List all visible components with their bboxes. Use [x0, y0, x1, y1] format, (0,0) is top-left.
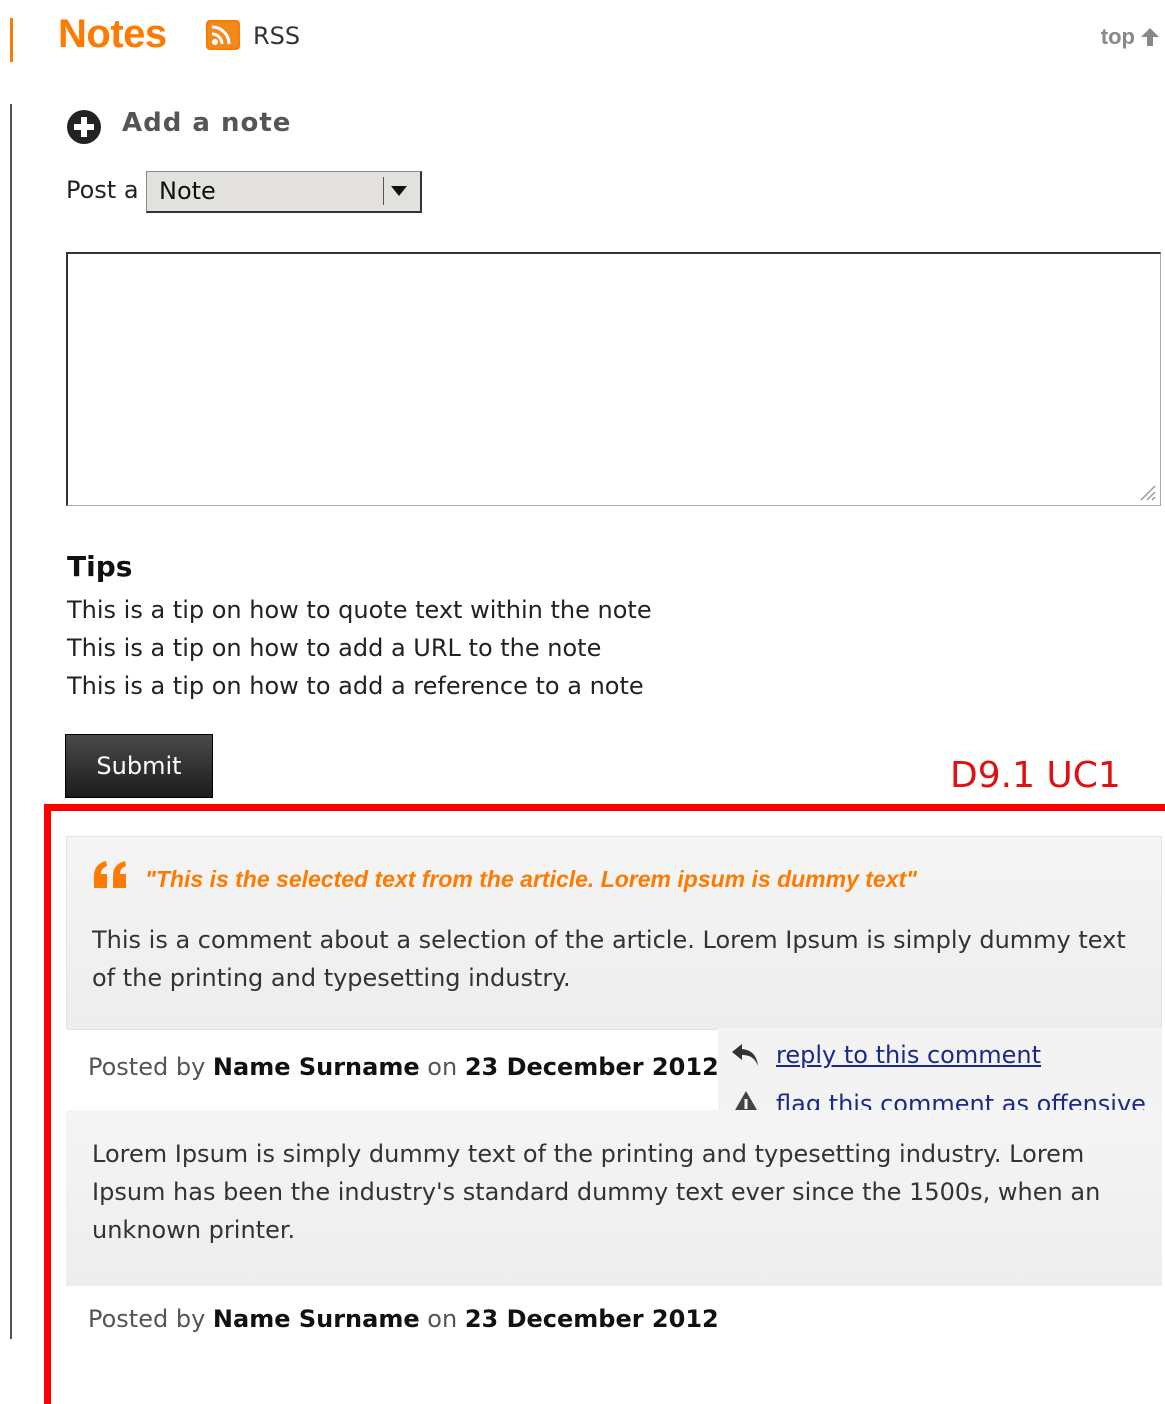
selected-quote: "This is the selected text from the arti…	[145, 866, 918, 892]
post-type-label: Post a	[66, 176, 139, 204]
reply-icon	[732, 1044, 758, 1066]
posted-by-label: Posted by	[88, 1053, 206, 1081]
comment-text-line: of the printing and typesetting industry…	[92, 964, 571, 992]
reply-action[interactable]: reply to this comment	[730, 1040, 1041, 1070]
header-accent-bar	[10, 18, 13, 62]
post-type-select[interactable]: Note	[146, 171, 422, 213]
on-label: on	[427, 1305, 458, 1333]
tip-item: This is a tip on how to add a URL to the…	[67, 634, 602, 662]
tip-item: This is a tip on how to quote text withi…	[67, 596, 652, 624]
tip-item: This is a tip on how to add a reference …	[67, 672, 644, 700]
note-textarea[interactable]	[66, 252, 1161, 506]
comment-date: 23 December 2012	[464, 1053, 719, 1081]
comment-date: 23 December 2012	[464, 1305, 719, 1333]
reply-link[interactable]: reply to this comment	[776, 1041, 1041, 1069]
back-to-top-link[interactable]: top	[1101, 24, 1161, 50]
arrow-up-icon	[1141, 28, 1159, 46]
comment-text-line: Lorem Ipsum is simply dummy text of the …	[92, 1140, 1085, 1168]
submit-button[interactable]: Submit	[65, 734, 213, 798]
posted-by-label: Posted by	[88, 1305, 206, 1333]
comment-text-line: Ipsum has been the industry's standard d…	[92, 1178, 1101, 1206]
left-divider	[10, 104, 12, 1339]
post-type-value: Note	[159, 177, 216, 205]
author-name[interactable]: Name Surname	[213, 1305, 420, 1333]
comment-text-line: This is a comment about a selection of t…	[92, 926, 1126, 954]
top-label: top	[1100, 24, 1135, 49]
comment-meta: Posted by Name Surname on 23 December 20…	[88, 1053, 719, 1081]
add-note-heading[interactable]: Add a note	[122, 108, 291, 138]
on-label: on	[427, 1053, 458, 1081]
tips-heading: Tips	[67, 550, 133, 583]
comment-text-line: unknown printer.	[92, 1216, 296, 1244]
rss-link[interactable]: RSS	[253, 22, 300, 50]
quote-icon	[94, 861, 126, 888]
author-name[interactable]: Name Surname	[213, 1053, 420, 1081]
annotation-label: D9.1 UC1	[950, 755, 1121, 796]
add-circle-icon[interactable]	[66, 109, 102, 145]
comment-meta: Posted by Name Surname on 23 December 20…	[88, 1305, 719, 1333]
dropdown-arrow-icon[interactable]	[383, 177, 414, 205]
rss-icon[interactable]	[206, 20, 240, 50]
resize-handle-icon[interactable]	[1135, 480, 1157, 502]
page-title: Notes	[58, 12, 167, 56]
